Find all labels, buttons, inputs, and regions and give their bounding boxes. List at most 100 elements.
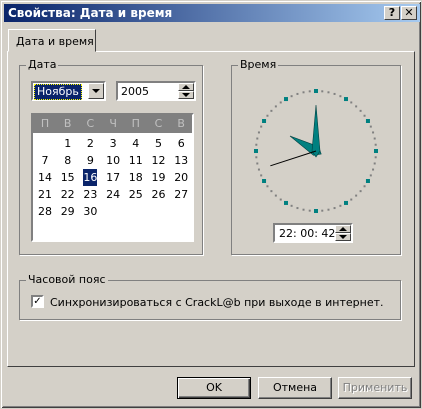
minute-tick <box>290 204 293 207</box>
calendar-day[interactable]: 15 <box>57 169 79 186</box>
check-icon: ✓ <box>33 296 42 307</box>
year-up-button[interactable] <box>178 83 194 91</box>
weekday-label: П <box>131 117 140 130</box>
ok-button[interactable]: OK <box>177 377 251 399</box>
calendar-day[interactable]: 6 <box>170 135 192 152</box>
year-down-button[interactable] <box>178 91 194 99</box>
calendar-day[interactable]: 25 <box>125 186 147 203</box>
minute-tick <box>359 190 362 193</box>
calendar-day[interactable]: 18 <box>125 169 147 186</box>
chevron-down-icon <box>92 89 100 93</box>
minute-tick <box>373 162 376 165</box>
window-title: Свойства: Дата и время <box>8 6 173 20</box>
weekday-label: С <box>154 117 163 130</box>
sync-checkbox[interactable]: ✓ <box>31 295 44 308</box>
minute-tick <box>270 190 273 193</box>
minute-tick <box>372 131 375 134</box>
calendar-day[interactable]: 16 <box>83 169 98 186</box>
calendar[interactable]: ПВСЧПСВ 1 2 3 4 5 6 7 8 9 10 11 12 13 14 15 16 17 18 19 20 2… <box>31 113 194 242</box>
time-up-button[interactable] <box>335 225 351 233</box>
minute-tick <box>255 156 258 159</box>
year-spinner[interactable]: 2005 <box>116 81 196 101</box>
calendar-day[interactable]: 17 <box>102 169 124 186</box>
minute-tick <box>350 101 353 104</box>
weekday-label: Ч <box>109 117 117 130</box>
second-hand <box>270 150 317 167</box>
minute-tick <box>308 209 311 212</box>
weekday-label: П <box>40 117 50 130</box>
minute-tick <box>333 207 336 210</box>
title-bar[interactable]: Свойства: Дата и время ? ✕ <box>4 4 420 22</box>
minute-tick <box>274 194 277 197</box>
time-field[interactable]: 22: 00: 42 <box>273 223 353 243</box>
calendar-day[interactable]: 22 <box>57 186 79 203</box>
dialog-window: Свойства: Дата и время ? ✕ Дата и время … <box>0 0 422 409</box>
month-dropdown-button[interactable] <box>88 83 104 99</box>
close-button[interactable]: ✕ <box>401 6 417 20</box>
minute-tick <box>279 101 282 104</box>
hour-tick <box>284 200 288 205</box>
timezone-group-label: Часовой пояс <box>26 273 108 286</box>
minute-tick <box>321 90 324 93</box>
hour-tick <box>254 149 258 153</box>
apply-button[interactable]: Применить <box>338 377 412 399</box>
minute-tick <box>355 105 358 108</box>
cancel-button[interactable]: Отмена <box>258 377 332 399</box>
minute-tick <box>290 95 293 98</box>
calendar-day[interactable]: 13 <box>170 152 192 169</box>
calendar-day[interactable]: 27 <box>170 186 192 203</box>
month-select[interactable]: Ноябрь <box>31 81 106 101</box>
hour-tick <box>374 149 378 153</box>
minute-tick <box>270 109 273 112</box>
calendar-day[interactable]: 14 <box>34 169 56 186</box>
minute-tick <box>327 208 330 211</box>
hour-tick <box>365 179 370 183</box>
minute-tick <box>369 174 372 177</box>
hour-tick <box>365 119 370 123</box>
arrow-down-icon <box>182 93 190 97</box>
hour-tick <box>314 209 318 213</box>
minute-tick <box>256 162 259 165</box>
calendar-day[interactable]: 2 <box>79 135 101 152</box>
tab-date-time[interactable]: Дата и время <box>8 29 96 52</box>
minute-tick <box>373 137 376 140</box>
time-down-button[interactable] <box>335 233 351 241</box>
calendar-day[interactable]: 3 <box>102 135 124 152</box>
minute-tick <box>279 198 282 201</box>
minute-tick <box>372 168 375 171</box>
calendar-day[interactable]: 21 <box>34 186 56 203</box>
hour-tick <box>314 89 318 93</box>
arrow-up-icon <box>182 85 190 89</box>
calendar-day[interactable]: 9 <box>79 152 101 169</box>
calendar-day[interactable]: 23 <box>79 186 101 203</box>
calendar-day[interactable]: 19 <box>148 169 170 186</box>
calendar-day[interactable]: 4 <box>125 135 147 152</box>
calendar-day[interactable]: 24 <box>102 186 124 203</box>
calendar-day[interactable]: 30 <box>79 203 101 220</box>
calendar-day[interactable]: 26 <box>148 186 170 203</box>
weekday-label: В <box>177 117 185 130</box>
calendar-day[interactable]: 7 <box>34 152 56 169</box>
calendar-day[interactable]: 5 <box>148 135 170 152</box>
minute-tick <box>266 185 269 188</box>
minute-tick <box>257 131 260 134</box>
minute-tick <box>260 174 263 177</box>
calendar-day[interactable]: 8 <box>57 152 79 169</box>
calendar-day[interactable]: 20 <box>170 169 192 186</box>
minute-tick <box>359 109 362 112</box>
arrow-up-icon <box>339 227 347 231</box>
calendar-day[interactable]: 28 <box>34 203 56 220</box>
calendar-day[interactable]: 12 <box>148 152 170 169</box>
minute-tick <box>266 114 269 117</box>
minute-tick <box>350 198 353 201</box>
calendar-day[interactable]: 10 <box>102 152 124 169</box>
calendar-day[interactable]: 29 <box>57 203 79 220</box>
help-button[interactable]: ? <box>384 6 400 20</box>
arrow-down-icon <box>339 235 347 239</box>
minute-tick <box>327 91 330 94</box>
minute-tick <box>274 105 277 108</box>
hour-tick <box>284 97 288 102</box>
calendar-day[interactable]: 1 <box>57 135 79 152</box>
minute-tick <box>256 137 259 140</box>
calendar-day[interactable]: 11 <box>125 152 147 169</box>
